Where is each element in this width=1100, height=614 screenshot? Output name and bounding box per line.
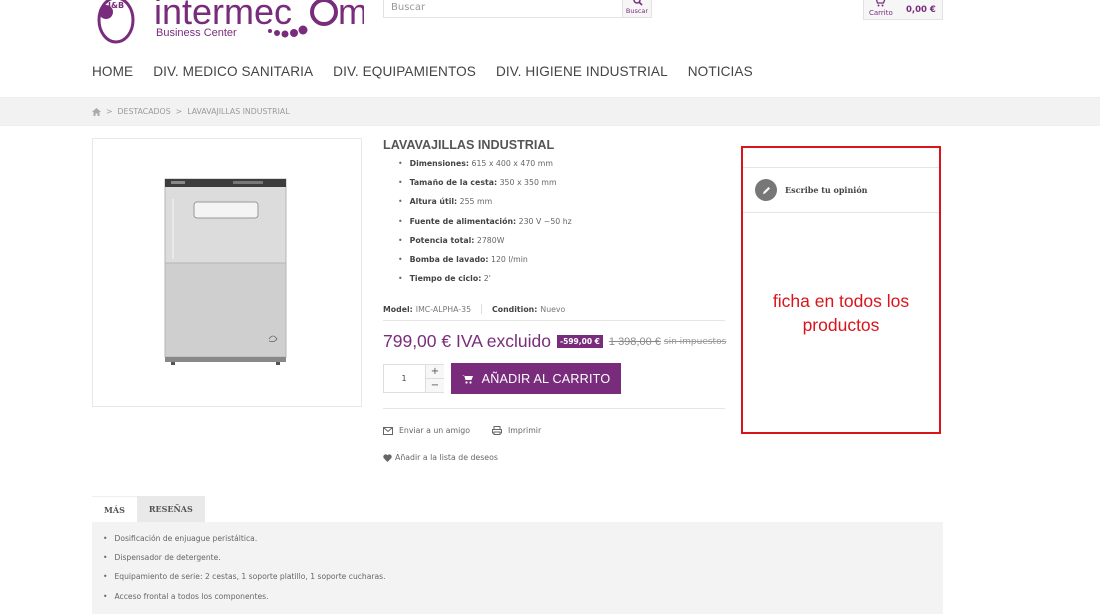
- breadcrumb-item-current: LAVAVAJILLAS INDUSTRIAL: [187, 107, 290, 116]
- nav-item-medico-sanitaria[interactable]: DIV. MEDICO SANITARIA: [153, 64, 313, 79]
- print-link[interactable]: Imprimir: [492, 426, 541, 435]
- main-nav: HOME DIV. MEDICO SANITARIA DIV. EQUIPAMI…: [92, 64, 773, 79]
- review-annotation-box: Escribe tu opinión ficha en todos los pr…: [741, 146, 941, 434]
- list-item: Equipamiento de serie: 2 cestas, 1 sopor…: [103, 568, 943, 587]
- send-to-friend-link[interactable]: Enviar a un amigo: [383, 426, 470, 435]
- divider: [383, 320, 725, 321]
- quantity-increase-button[interactable]: +: [425, 365, 444, 379]
- product-title: LAVAVAJILLAS INDUSTRIAL: [383, 138, 555, 152]
- wishlist-label: Añadir a la lista de deseos: [395, 453, 498, 462]
- spec-item: Bomba de lavado: 120 l/min: [398, 253, 572, 272]
- tab-panel: Dosificación de enjuague peristáltica. D…: [92, 522, 943, 614]
- printer-icon: [492, 426, 502, 435]
- svg-text:J&B: J&B: [107, 1, 124, 10]
- write-review-button[interactable]: Escribe tu opinión: [743, 167, 939, 213]
- product-image[interactable]: [92, 138, 362, 407]
- product-tabs: MÁS RESEÑAS: [92, 496, 205, 522]
- divider: [383, 408, 725, 409]
- tab-mas[interactable]: MÁS: [92, 496, 137, 522]
- feature-list: Dosificación de enjuague peristáltica. D…: [92, 522, 943, 607]
- spec-item: Tamaño de la cesta: 350 x 350 mm: [398, 176, 572, 195]
- home-icon[interactable]: [92, 107, 101, 116]
- breadcrumb-item-destacados[interactable]: DESTACADOS: [118, 107, 171, 116]
- price-row: 799,00 € IVA excluido -599,00 € 1 398,00…: [383, 331, 726, 352]
- svg-text:m: m: [338, 0, 364, 32]
- search-button-label: Buscar: [625, 7, 649, 15]
- svg-text:Business Center: Business Center: [156, 27, 237, 39]
- condition-label: Condition:: [492, 304, 538, 314]
- quantity-stepper: 1 + −: [383, 364, 444, 393]
- cart-icon: [875, 0, 886, 7]
- list-item: Acceso frontal a todos los componentes.: [103, 588, 943, 607]
- envelope-icon: [383, 426, 393, 435]
- spec-item: Potencia total: 2780W: [398, 234, 572, 253]
- quantity-input[interactable]: 1: [384, 365, 424, 392]
- nav-item-higiene-industrial[interactable]: DIV. HIGIENE INDUSTRIAL: [496, 64, 668, 79]
- cart-label: Carrito: [869, 9, 893, 17]
- spec-item: Dimensiones: 615 x 400 x 470 mm: [398, 157, 572, 176]
- product-meta: Model: IMC-ALPHA-35 Condition: Nuevo: [383, 304, 565, 314]
- print-label: Imprimir: [508, 426, 542, 435]
- spec-item: Tiempo de ciclo: 2': [398, 272, 572, 291]
- breadcrumb: > DESTACADOS > LAVAVAJILLAS INDUSTRIAL: [92, 107, 290, 116]
- list-item: Dosificación de enjuague peristáltica.: [103, 530, 943, 549]
- write-review-label: Escribe tu opinión: [785, 185, 868, 195]
- spec-item: Altura útil: 255 mm: [398, 195, 572, 214]
- meta-divider: [481, 304, 483, 314]
- search-button[interactable]: Buscar: [622, 0, 652, 18]
- nav-item-equipamientos[interactable]: DIV. EQUIPAMIENTOS: [333, 64, 476, 79]
- annotation-note: ficha en todos los productos: [772, 291, 910, 335]
- breadcrumb-separator: >: [175, 107, 183, 116]
- discount-badge: -599,00 €: [557, 335, 603, 348]
- cart-icon: [461, 374, 473, 384]
- product-price: 799,00 € IVA excluido: [383, 331, 551, 351]
- model-value: IMC-ALPHA-35: [415, 304, 472, 314]
- condition-value: Nuevo: [540, 304, 566, 314]
- add-to-cart-button[interactable]: AÑADIR AL CARRITO: [451, 363, 621, 394]
- list-item: Dispensador de detergente.: [103, 549, 943, 568]
- add-to-wishlist-link[interactable]: Añadir a la lista de deseos: [383, 453, 498, 462]
- spec-item: Fuente de alimentación: 230 V ~50 hz: [398, 215, 572, 234]
- site-logo[interactable]: J&B intermec m Business Center: [94, 0, 368, 48]
- cart-amount: 0,00 €: [906, 5, 936, 15]
- breadcrumb-bar: > DESTACADOS > LAVAVAJILLAS INDUSTRIAL: [0, 97, 1100, 126]
- quantity-decrease-button[interactable]: −: [425, 379, 444, 392]
- pencil-icon: [755, 179, 777, 201]
- search-icon: [633, 0, 643, 6]
- breadcrumb-separator: >: [106, 107, 113, 116]
- nav-item-noticias[interactable]: NOTICIAS: [688, 64, 753, 79]
- model-label: Model:: [383, 304, 413, 314]
- search-input[interactable]: Buscar: [383, 0, 623, 18]
- tab-resenas[interactable]: RESEÑAS: [136, 496, 205, 522]
- heart-icon: [383, 453, 392, 462]
- old-price: 1 398,00 €: [608, 335, 661, 348]
- product-specs: Dimensiones: 615 x 400 x 470 mm Tamaño d…: [398, 157, 572, 291]
- product-actions: Enviar a un amigo Imprimir: [383, 426, 563, 435]
- send-to-friend-label: Enviar a un amigo: [399, 426, 470, 435]
- nav-item-home[interactable]: HOME: [92, 64, 133, 79]
- add-to-cart-label: AÑADIR AL CARRITO: [481, 371, 611, 386]
- cart-button[interactable]: Carrito 0,00 €: [863, 0, 943, 20]
- old-price-note: sin impuestos: [663, 336, 727, 347]
